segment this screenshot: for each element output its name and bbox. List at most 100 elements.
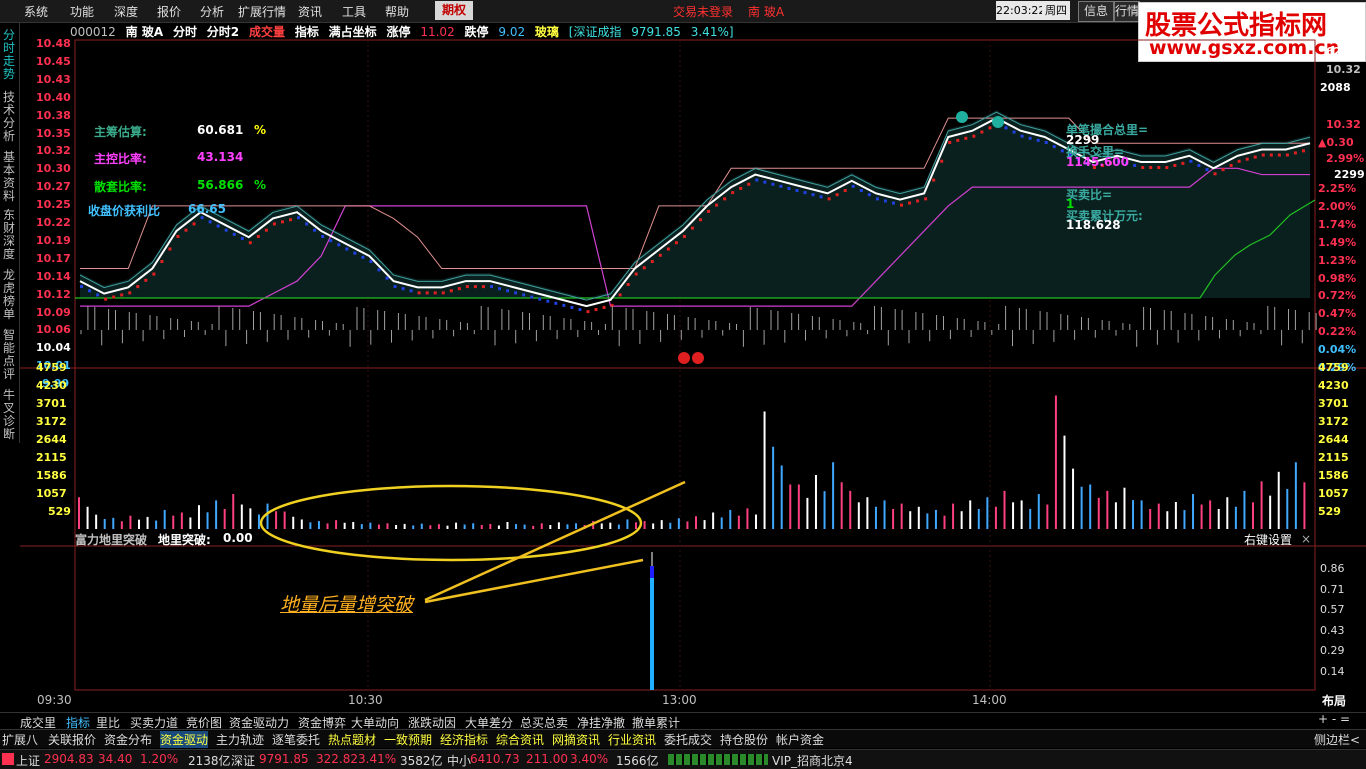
sh-name[interactable]: 上证	[16, 752, 40, 769]
tab-ext-12[interactable]: 委托成交	[664, 731, 712, 748]
trend-dot	[506, 289, 510, 293]
trend-dot	[642, 266, 646, 270]
trend-dot	[256, 234, 260, 238]
trend-dot	[184, 228, 188, 232]
profit-value: 66.65	[188, 202, 226, 216]
tab-ext-6[interactable]: 热点题材	[328, 731, 376, 748]
tab-ext-0[interactable]: 扩展八	[2, 731, 38, 748]
tab-ext-11[interactable]: 行业资讯	[608, 731, 656, 748]
right-top-2: 2088	[1320, 81, 1351, 94]
trend-dot	[200, 216, 204, 220]
vol-tick-right-8: 529	[1318, 505, 1341, 518]
tab-ext-4[interactable]: 主力轨迹	[216, 731, 264, 748]
vol-tick-left-1: 4230	[36, 379, 67, 392]
trend-dot	[345, 247, 349, 251]
trend-dot	[490, 285, 493, 289]
trend-dot	[1133, 163, 1137, 167]
price-tick-5: 10.35	[36, 126, 71, 140]
trend-dot	[538, 297, 542, 301]
vip-server[interactable]: VIP_招商北京4	[772, 752, 853, 769]
trend-dot	[948, 140, 952, 144]
trend-dot	[1253, 155, 1257, 159]
sidebar-toggle[interactable]: 侧边栏<	[1314, 731, 1360, 748]
indicator-spike-cap	[650, 566, 654, 578]
profit-label: 收盘价获利比	[88, 204, 161, 218]
zx-name[interactable]: 中小	[447, 752, 471, 769]
trend-dot	[1012, 130, 1016, 134]
trend-dot	[224, 228, 228, 232]
trend-dot	[811, 193, 815, 197]
trend-dot	[1221, 168, 1225, 172]
trend-dot	[80, 285, 83, 289]
tab-ext-5[interactable]: 逐笔委托	[272, 731, 320, 748]
trend-dot	[1028, 136, 1032, 140]
trend-dot	[1205, 168, 1209, 172]
trend-dot	[1189, 159, 1193, 163]
zx-value: 6410.73	[470, 752, 520, 766]
trend-dot	[1301, 149, 1305, 153]
trend-dot	[562, 303, 566, 307]
trend-dot	[634, 272, 638, 276]
trend-dot	[1213, 172, 1217, 176]
price-tick-0: 10.48	[36, 37, 71, 50]
right-click-setting[interactable]: 右键设置	[1244, 531, 1292, 548]
sz-amount: 3582亿	[400, 754, 443, 768]
ind-tick-5: 0.14	[1320, 664, 1345, 678]
tab-ext-14[interactable]: 帐户资金	[776, 731, 824, 748]
status-bar: 上证 2904.83 34.40 1.20% 2138亿 深证 9791.85 …	[0, 749, 1366, 769]
trend-dot	[498, 287, 502, 291]
sz-name[interactable]: 深证	[231, 752, 255, 769]
intraday-chart[interactable]	[0, 0, 1366, 768]
trend-dot	[699, 218, 703, 222]
trend-dot	[377, 268, 381, 272]
layout-button[interactable]: 布局	[1322, 692, 1346, 709]
trend-dot	[361, 255, 365, 259]
trend-dot	[1285, 153, 1289, 157]
tab-ext-7[interactable]: 一致预期	[384, 731, 432, 748]
vol-tick-right-6: 1586	[1318, 469, 1349, 482]
time-tick-0930: 09:30	[37, 693, 72, 707]
chart-grid	[20, 39, 1366, 691]
trend-dot	[1173, 163, 1177, 167]
vol-tick-left-8: 529	[48, 505, 71, 518]
chart-overlay	[259, 480, 686, 604]
trend-dot	[851, 184, 855, 188]
trend-dot	[144, 278, 148, 282]
indicator-spike-bar	[650, 566, 654, 690]
trend-dot	[1020, 134, 1024, 138]
trend-dot	[650, 260, 654, 264]
price-tick-3: 10.40	[36, 90, 71, 104]
trend-dot	[88, 289, 92, 293]
tab-ext-1[interactable]: 关联报价	[48, 731, 96, 748]
pct-tick-3: 1.49%	[1318, 235, 1357, 249]
price-tick-6: 10.32	[36, 144, 71, 158]
close-icon[interactable]: ×	[1301, 532, 1311, 546]
trend-dot	[940, 159, 944, 163]
zoom-controls[interactable]: + - =	[1318, 712, 1350, 726]
trend-dot	[160, 260, 164, 264]
trend-dot	[208, 220, 212, 224]
trend-dot	[216, 224, 220, 228]
accum-value: 118.628	[1066, 218, 1121, 232]
trend-dot	[1237, 159, 1241, 163]
trend-dot	[755, 178, 759, 182]
trend-dot	[1277, 153, 1281, 157]
zx-amount: 1566亿	[616, 754, 659, 768]
tab-ext-9[interactable]: 综合资讯	[496, 731, 544, 748]
tab-ext-2[interactable]: 资金分布	[104, 731, 152, 748]
tab-ext-13[interactable]: 持仓股份	[720, 731, 768, 748]
tab-ext-8[interactable]: 经济指标	[440, 731, 488, 748]
ind-tick-3: 0.43	[1320, 623, 1345, 637]
up-arrow-icon	[2, 753, 14, 765]
tab-ext-3[interactable]: 资金驱动	[160, 731, 209, 748]
trend-dot	[305, 222, 309, 226]
vol-tick-left-7: 1057	[36, 487, 67, 500]
trend-dot	[956, 138, 960, 142]
trend-dot	[136, 285, 140, 289]
tab-ext-10[interactable]: 网摘资讯	[552, 731, 600, 748]
indicator-name[interactable]: 富力地里突破	[75, 531, 147, 548]
trend-dot	[674, 241, 678, 245]
sh-amount: 2138亿	[188, 754, 231, 768]
main-chip-value: 60.681	[197, 123, 244, 137]
trend-dot	[425, 291, 429, 295]
